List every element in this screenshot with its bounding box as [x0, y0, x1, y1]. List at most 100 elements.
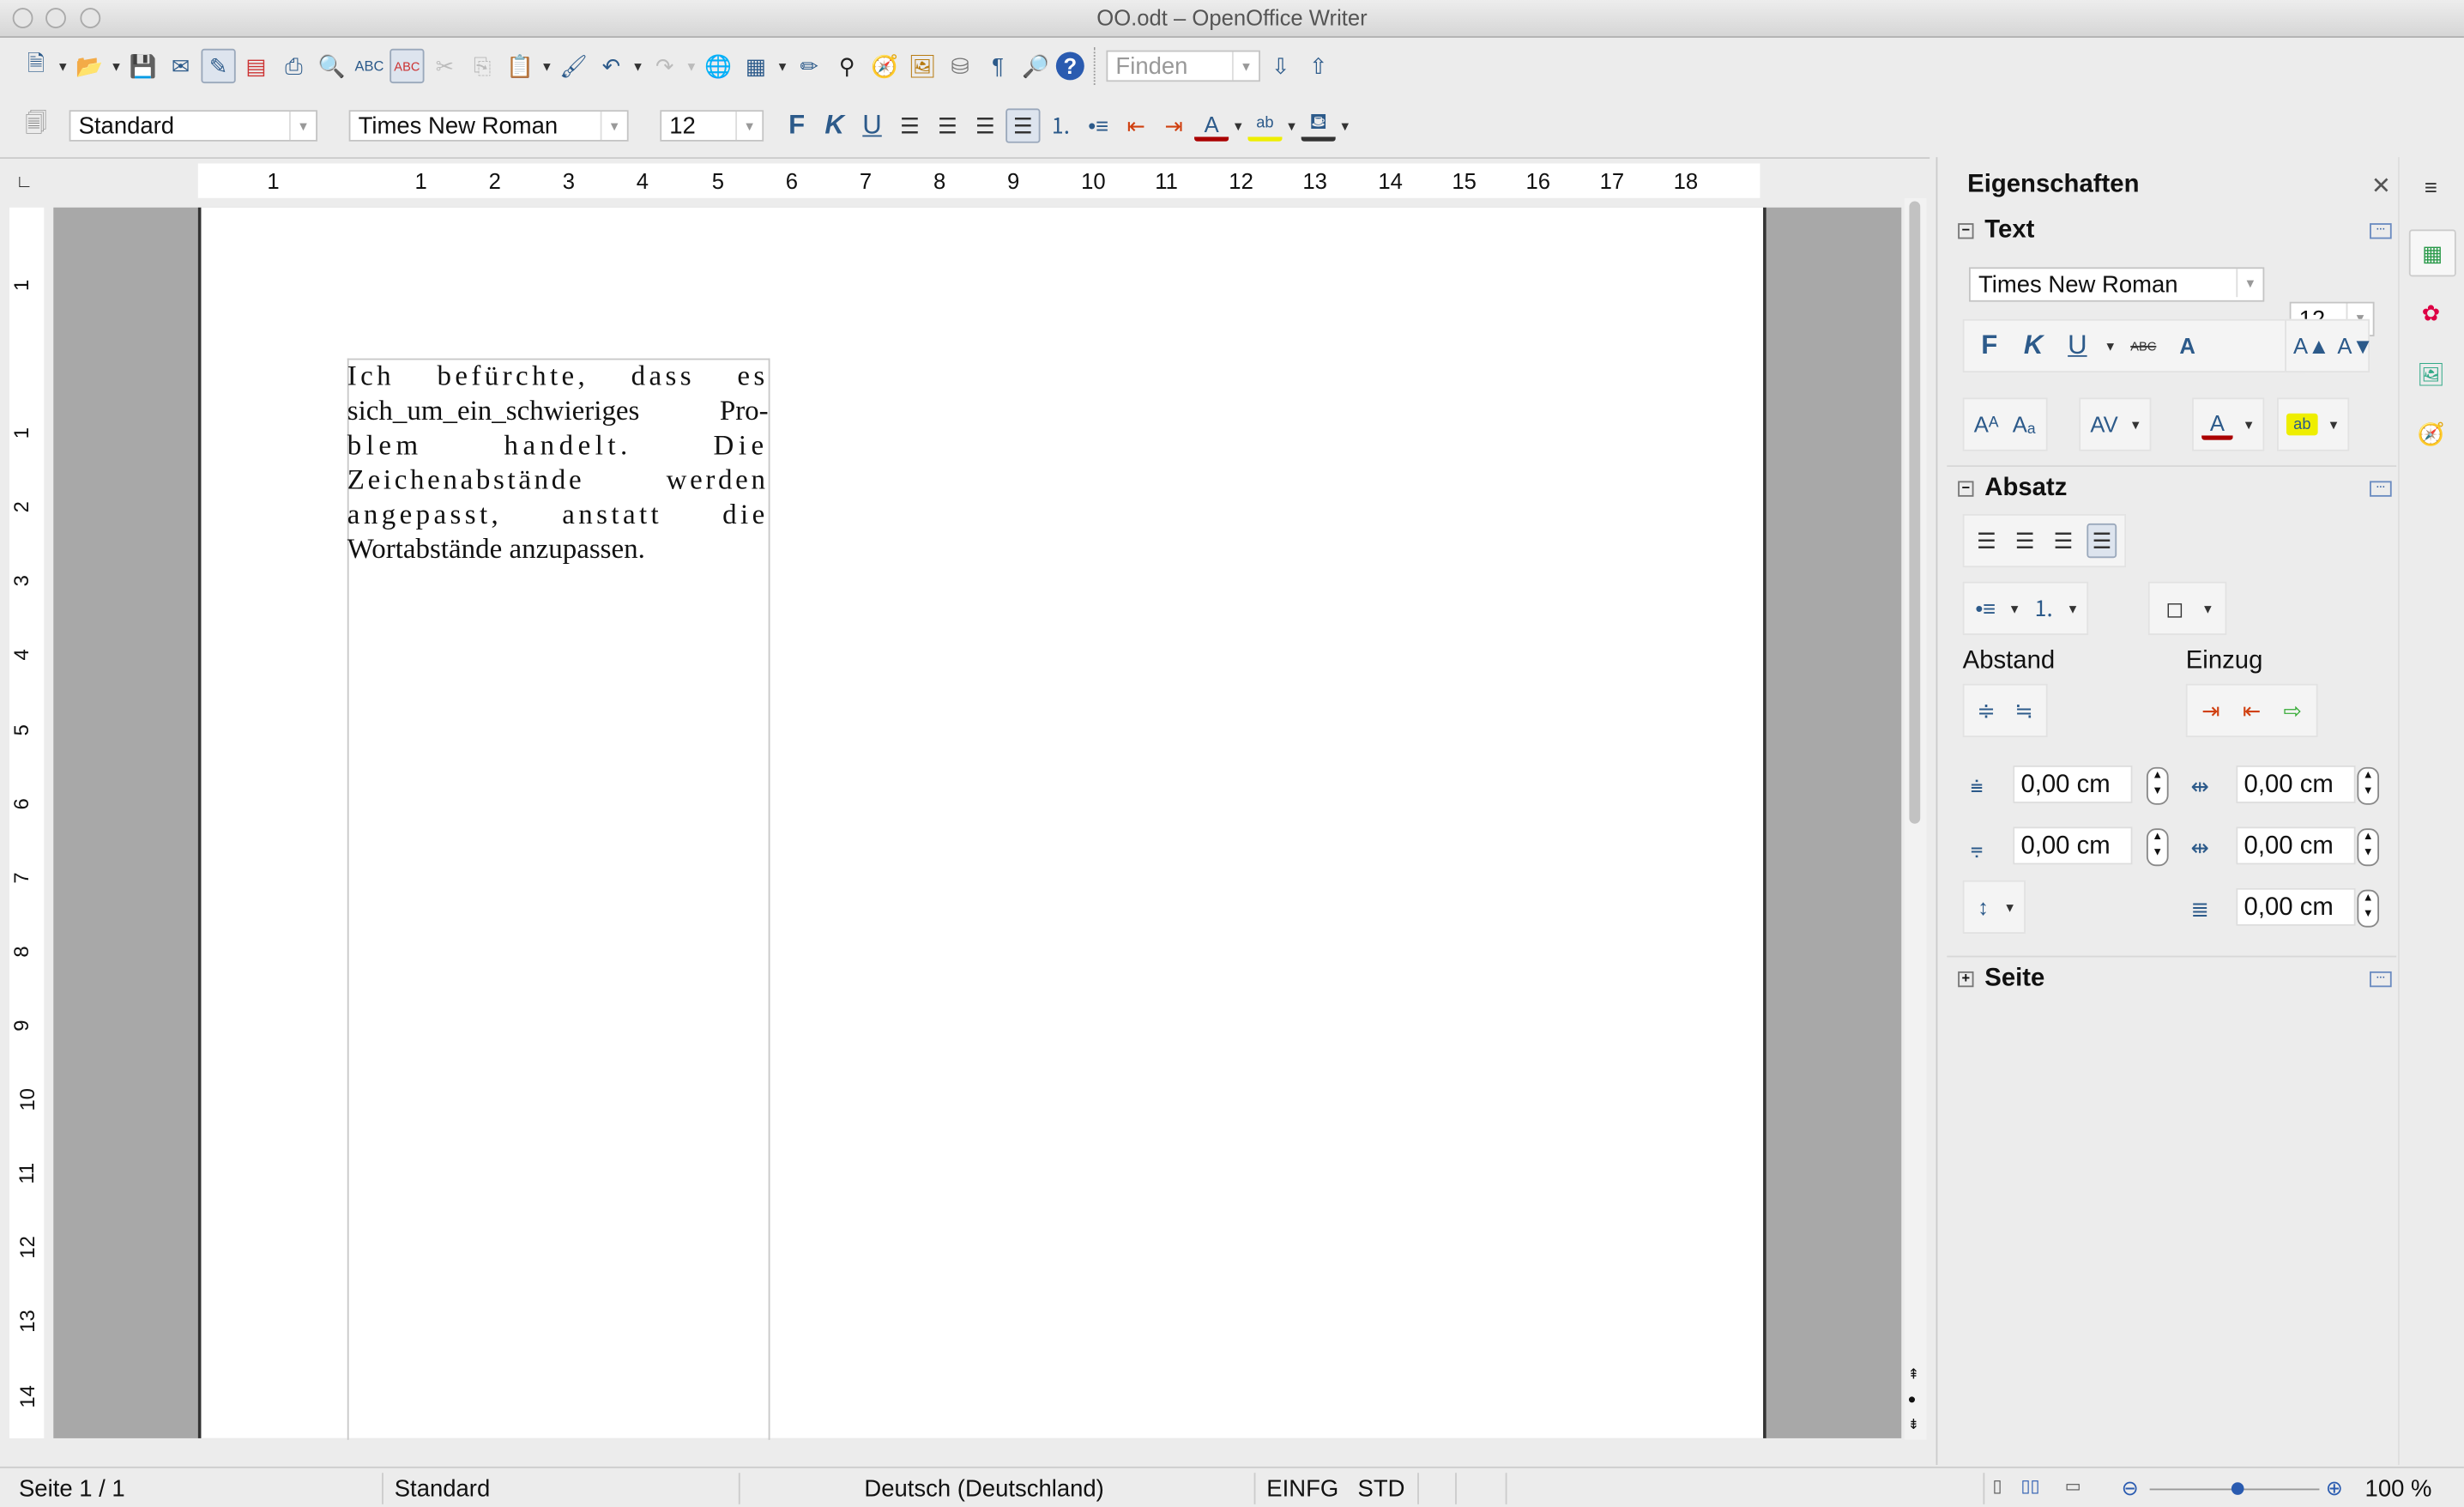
styles-tab-icon[interactable]: ✿	[2413, 295, 2448, 330]
below-paragraph-spacing-field[interactable]: 0,00 cm	[2013, 826, 2133, 865]
subscript-icon[interactable]: Aₐ	[2010, 407, 2038, 441]
find-input[interactable]: Finden ▼	[1106, 50, 1260, 82]
more-options-icon[interactable]: …	[2370, 481, 2392, 497]
find-replace-icon[interactable]: ⚲	[830, 49, 864, 83]
align-center-icon[interactable]: ☰	[2010, 524, 2039, 558]
increase-spacing-icon[interactable]: ≑	[1972, 693, 2001, 728]
find-previous-icon[interactable]: ⇧	[1301, 49, 1336, 83]
align-right-icon[interactable]: ☰	[968, 108, 1002, 142]
spellcheck-icon[interactable]: ABC	[352, 49, 386, 83]
close-window-button[interactable]	[12, 8, 33, 28]
clone-formatting-icon[interactable]: 🖌	[556, 49, 590, 83]
underline-button[interactable]: U	[855, 108, 889, 142]
highlight-icon[interactable]: ab	[1247, 111, 1283, 141]
data-sources-icon[interactable]: ⛁	[943, 49, 977, 83]
decrease-font-icon[interactable]: A▼	[2337, 329, 2373, 363]
paste-icon[interactable]: 📋	[503, 49, 537, 83]
page-count[interactable]: Seite 1 / 1	[19, 1476, 125, 1503]
justify-icon[interactable]: ☰	[1006, 108, 1041, 143]
save-icon[interactable]: 💾	[126, 49, 160, 83]
language[interactable]: Deutsch (Deutschland)	[864, 1476, 1103, 1503]
background-color-icon[interactable]: ⛾	[1301, 108, 1336, 141]
bullets-icon[interactable]: •≡	[1972, 591, 1999, 626]
before-text-indent-field[interactable]: 0,00 cm	[2236, 765, 2356, 803]
undo-icon[interactable]: ↶	[594, 49, 628, 83]
help-icon[interactable]: ?	[1055, 51, 1084, 81]
zoom-level[interactable]: 100 %	[2365, 1476, 2432, 1503]
line-spacing-icon[interactable]: ↕	[1972, 890, 1995, 924]
zoom-out-icon[interactable]: ⊖	[2122, 1476, 2139, 1501]
sidebar-bold-button[interactable]: F	[1972, 329, 2007, 363]
sidebar-menu-icon[interactable]: ≡	[2413, 170, 2448, 204]
zoom-slider-handle[interactable]	[2231, 1482, 2244, 1495]
chevron-down-icon[interactable]: ▼	[735, 112, 762, 141]
increase-font-icon[interactable]: A▲	[2293, 329, 2329, 363]
selection-mode[interactable]: STD	[1358, 1476, 1405, 1503]
increase-indent-icon[interactable]: ⇥	[1157, 108, 1191, 142]
font-size-select[interactable]: 12 ▼	[660, 110, 764, 142]
email-icon[interactable]: ✉	[163, 49, 197, 83]
navigator-tab-icon[interactable]: 🧭	[2413, 416, 2448, 451]
styles-icon[interactable]: 🗐	[19, 108, 53, 142]
paragraph-background-icon[interactable]: ◻	[2158, 591, 2192, 626]
paragraph-section-header[interactable]: − Absatz…	[1958, 475, 2392, 503]
strikethrough-button[interactable]: ABC	[2126, 329, 2160, 363]
insert-mode[interactable]: EINFG	[1266, 1476, 1338, 1503]
decrease-indent-icon[interactable]: ⇤	[1119, 108, 1153, 142]
numbering-icon[interactable]: ⒈	[2030, 591, 2056, 626]
highlight-icon[interactable]: ab	[2286, 413, 2318, 436]
vertical-ruler[interactable]: 1 1 2 3 4 5 6 7 8 9 10 11 12 13 14	[9, 207, 45, 1438]
page-style[interactable]: Standard	[395, 1476, 491, 1503]
align-left-icon[interactable]: ☰	[892, 108, 927, 142]
align-right-icon[interactable]: ☰	[2049, 524, 2078, 558]
paragraph-style-select[interactable]: Standard ▼	[69, 110, 317, 142]
cut-icon[interactable]: ✂	[427, 49, 462, 83]
single-page-view-icon[interactable]: ▯	[1992, 1476, 2002, 1497]
below-spacing-spinner[interactable]: ▲ ▼	[2146, 828, 2169, 867]
sidebar-underline-button[interactable]: U	[2060, 329, 2094, 363]
sidebar-italic-button[interactable]: K	[2016, 329, 2050, 363]
properties-tab-icon[interactable]: ▦	[2408, 229, 2456, 277]
chevron-down-icon[interactable]: ▼	[600, 112, 627, 141]
after-text-indent-field[interactable]: 0,00 cm	[2236, 826, 2356, 865]
autospellcheck-icon[interactable]: ABC	[390, 48, 425, 84]
font-color-icon[interactable]: A	[1194, 111, 1229, 141]
print-preview-icon[interactable]: 🔍	[314, 49, 348, 83]
align-left-icon[interactable]: ☰	[1972, 524, 2002, 558]
shadow-icon[interactable]: A	[2170, 329, 2204, 363]
zoom-in-icon[interactable]: ⊕	[2326, 1476, 2343, 1501]
zoom-icon[interactable]: 🔎	[1018, 49, 1053, 83]
draw-functions-icon[interactable]: ✏	[792, 49, 826, 83]
superscript-icon[interactable]: Aᴬ	[1972, 407, 2001, 441]
tab-stop-selector[interactable]: ∟	[15, 172, 33, 191]
decrease-spacing-icon[interactable]: ≒	[2010, 693, 2038, 728]
character-spacing-icon[interactable]: AV	[2088, 407, 2120, 441]
page-section-header[interactable]: + Seite…	[1958, 965, 2392, 994]
more-options-icon[interactable]: …	[2370, 971, 2392, 988]
justify-icon[interactable]: ☰	[2087, 523, 2117, 559]
close-icon[interactable]: ✕	[2371, 172, 2391, 199]
first-line-indent-field[interactable]: 0,00 cm	[2236, 887, 2356, 926]
above-spacing-spinner[interactable]: ▲ ▼	[2146, 766, 2169, 805]
italic-button[interactable]: K	[817, 108, 851, 142]
font-color-icon[interactable]: A	[2201, 409, 2233, 439]
after-text-spinner[interactable]: ▲ ▼	[2357, 828, 2380, 867]
font-name-select[interactable]: Times New Roman ▼	[348, 110, 629, 142]
export-pdf-icon[interactable]: ▤	[239, 49, 273, 83]
document-text[interactable]: Ich befürchte, dass es sich_um_ein_schwi…	[347, 359, 769, 566]
gallery-icon[interactable]: 🖼	[905, 49, 939, 83]
text-section-header[interactable]: − Text…	[1958, 217, 2392, 245]
page-navigation-buttons[interactable]: ⇞ ● ⇟	[1908, 1361, 1920, 1437]
navigator-icon[interactable]: 🧭	[867, 49, 902, 83]
sidebar-font-select[interactable]: Times New Roman ▼	[1968, 267, 2265, 302]
book-view-icon[interactable]: ▭	[2065, 1476, 2081, 1497]
open-folder-icon[interactable]: 📂	[72, 49, 106, 83]
increase-indent-icon[interactable]: ⇥	[2195, 693, 2227, 728]
bullets-icon[interactable]: •≡	[1081, 108, 1115, 142]
horizontal-ruler[interactable]: 1 1 2 3 4 5 6 7 8 9 10 11 12 13 14 15 16 17 18	[197, 163, 1760, 198]
print-icon[interactable]: ⎙	[276, 49, 311, 83]
multi-page-view-icon[interactable]: ▯▯	[2020, 1476, 2039, 1497]
hyperlink-icon[interactable]: 🌐	[701, 49, 735, 83]
more-options-icon[interactable]: …	[2370, 223, 2392, 239]
gallery-tab-icon[interactable]: 🖼	[2413, 357, 2448, 391]
